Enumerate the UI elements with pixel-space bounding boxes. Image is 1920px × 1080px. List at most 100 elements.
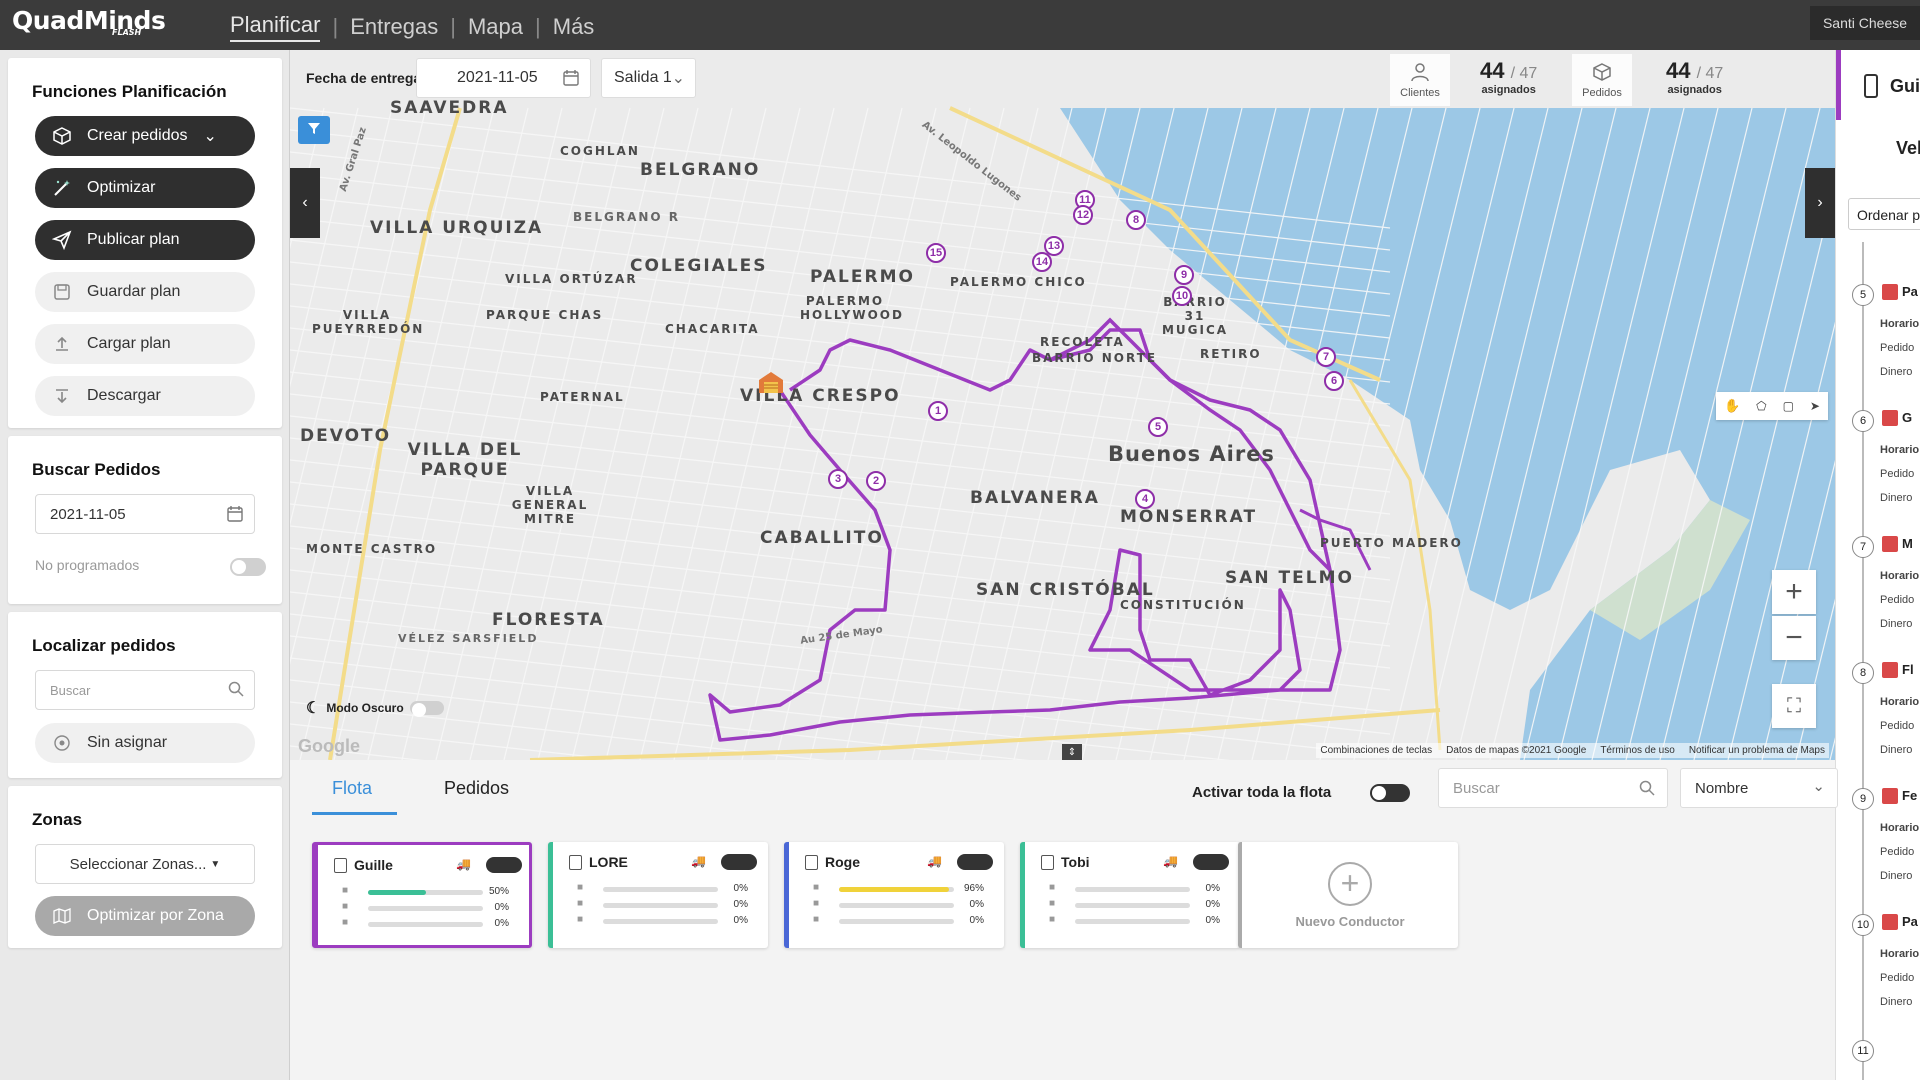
stop-detail-label: Horario [1880,822,1920,834]
publicar-plan-button[interactable]: Publicar plan [35,220,255,260]
nav-mapa[interactable]: Mapa [468,14,523,40]
user-menu[interactable]: Santi Cheese [1810,6,1920,40]
stop-detail-label: Horario [1880,948,1920,960]
capacity-percent: 50% [488,886,509,897]
nav-planificar[interactable]: Planificar [230,12,321,42]
crear-pedidos-button[interactable]: Crear pedidos ⌄ [35,116,255,156]
resize-handle[interactable]: ⇕ [1062,744,1082,760]
collapse-left-button[interactable]: ‹ [290,168,320,238]
capacity-percent: 0% [733,915,748,926]
stop-client-name[interactable]: M [1902,536,1913,551]
no-programados-toggle[interactable] [230,558,266,576]
fullscreen-button[interactable]: ⛶ [1772,684,1816,728]
calendar-icon [226,505,244,527]
top-bar: QuadMinds FLASH Planificar | Entregas | M… [0,0,1920,50]
stop-detail-label: Horario [1880,696,1920,708]
stop-marker[interactable]: 14 [1032,252,1052,272]
stop-marker[interactable]: 6 [1324,371,1344,391]
stop-marker[interactable]: 10 [1172,286,1192,306]
zoom-in-button[interactable]: + [1772,570,1816,614]
stop-marker[interactable]: 3 [828,469,848,489]
fecha-entrega-field[interactable]: 2021-11-05 [416,58,591,98]
depot-warehouse-icon[interactable] [758,370,784,394]
left-panel: Funciones Planificación Crear pedidos ⌄ … [0,50,290,1080]
driver-card[interactable]: Guille 🚚 ■ 50% ■ 0% ■ 0% [312,842,532,948]
stop-client-name[interactable]: Fl [1902,662,1914,677]
logo[interactable]: QuadMinds FLASH [12,6,166,37]
sin-asignar-button[interactable]: Sin asignar [35,723,255,763]
cursor-icon[interactable]: ➤ [1810,399,1820,413]
stop-marker[interactable]: 1 [928,401,948,421]
driver-checkbox[interactable] [569,855,582,870]
driver-checkbox[interactable] [334,858,347,873]
activar-flota-toggle[interactable] [1370,784,1410,802]
stop-client-name[interactable]: Pa [1902,284,1918,299]
driver-card[interactable]: LORE 🚚 ■ 0% ■ 0% ■ 0% [548,842,768,948]
map-icon [51,905,73,927]
weight-icon: ■ [342,901,349,912]
tab-flota[interactable]: Flota [332,778,372,799]
google-logo: Google [298,736,360,756]
dark-mode-toggle[interactable] [409,701,444,717]
map-label-villa-pueyrredon: VILLA PUEYRREDÓN [312,308,425,336]
driver-card[interactable]: Roge 🚚 ■ 96% ■ 0% ■ 0% [784,842,1004,948]
tab-pedidos[interactable]: Pedidos [444,778,509,799]
cargar-plan-button[interactable]: Cargar plan [35,324,255,364]
sort-select[interactable]: Nombre ⌄ [1680,768,1838,808]
search-input[interactable]: Buscar [35,670,255,710]
stop-marker[interactable]: 5 [1148,417,1168,437]
stop-client-name[interactable]: G [1902,410,1912,425]
date-field[interactable]: 2021-11-05 [35,494,255,534]
stop-detail-label: Dinero [1880,618,1913,630]
nav-mas[interactable]: Más [553,14,595,40]
stop-marker[interactable]: 4 [1135,489,1155,509]
zoom-out-button[interactable]: − [1772,616,1816,660]
map-attribution: Combinaciones de teclas Datos de mapas ©… [1316,743,1829,758]
nav-entregas[interactable]: Entregas [350,14,438,40]
salida-select[interactable]: Salida 1 ⌄ [601,58,696,98]
stop-marker[interactable]: 7 [1316,347,1336,367]
map-label-villa-ortuzar: VILLA ORTÚZAR [505,272,638,286]
plus-icon: + [1785,575,1803,608]
capacity-bar-fill [839,887,950,892]
box-icon: ■ [577,882,584,893]
polygon-icon[interactable]: ⬠ [1756,399,1766,413]
driver-toggle[interactable] [721,854,757,870]
ordenar-select[interactable]: Ordenar por [1848,198,1920,230]
filter-button[interactable] [298,116,330,144]
collapse-right-button[interactable]: › [1805,168,1835,238]
stop-client-name[interactable]: Fe [1902,788,1917,803]
download-icon [51,385,73,407]
stop-marker[interactable]: 12 [1073,205,1093,225]
stop-marker[interactable]: 9 [1174,265,1194,285]
nuevo-conductor-button[interactable]: + Nuevo Conductor [1238,842,1458,948]
fleet-search-input[interactable]: Buscar [1438,768,1668,808]
map-label-puerto-madero: PUERTO MADERO [1320,536,1463,550]
user-icon [1410,62,1430,87]
stop-marker[interactable]: 8 [1126,210,1146,230]
money-icon: ■ [1049,914,1056,925]
optimizar-button[interactable]: Optimizar [35,168,255,208]
stop-client-name[interactable]: Pa [1902,914,1918,929]
send-icon [51,229,73,251]
chevron-right-icon: › [1817,194,1823,211]
driver-toggle[interactable] [486,857,522,873]
driver-toggle[interactable] [1193,854,1229,870]
descargar-button[interactable]: Descargar [35,376,255,416]
map-view[interactable]: SAAVEDRA COGHLAN BELGRANO BELGRANO R VIL… [290,50,1835,760]
stop-marker[interactable]: 15 [926,243,946,263]
hand-icon[interactable]: ✋ [1724,398,1740,414]
capacity-bar [1075,903,1190,908]
rectangle-icon[interactable]: ▢ [1783,399,1794,413]
map-label-barrio-31: BARRIO 31 MUGICA [1161,295,1229,337]
driver-card[interactable]: Tobi 🚚 ■ 0% ■ 0% ■ 0% [1020,842,1240,948]
optimizar-zona-button[interactable]: Optimizar por Zona [35,896,255,936]
capacity-bar [839,919,954,924]
driver-checkbox[interactable] [1041,855,1054,870]
stop-marker[interactable]: 2 [866,471,886,491]
capacity-percent: 0% [733,883,748,894]
driver-checkbox[interactable] [805,855,818,870]
guardar-plan-button[interactable]: Guardar plan [35,272,255,312]
zonas-select[interactable]: Seleccionar Zonas... ▼ [35,844,255,884]
driver-toggle[interactable] [957,854,993,870]
